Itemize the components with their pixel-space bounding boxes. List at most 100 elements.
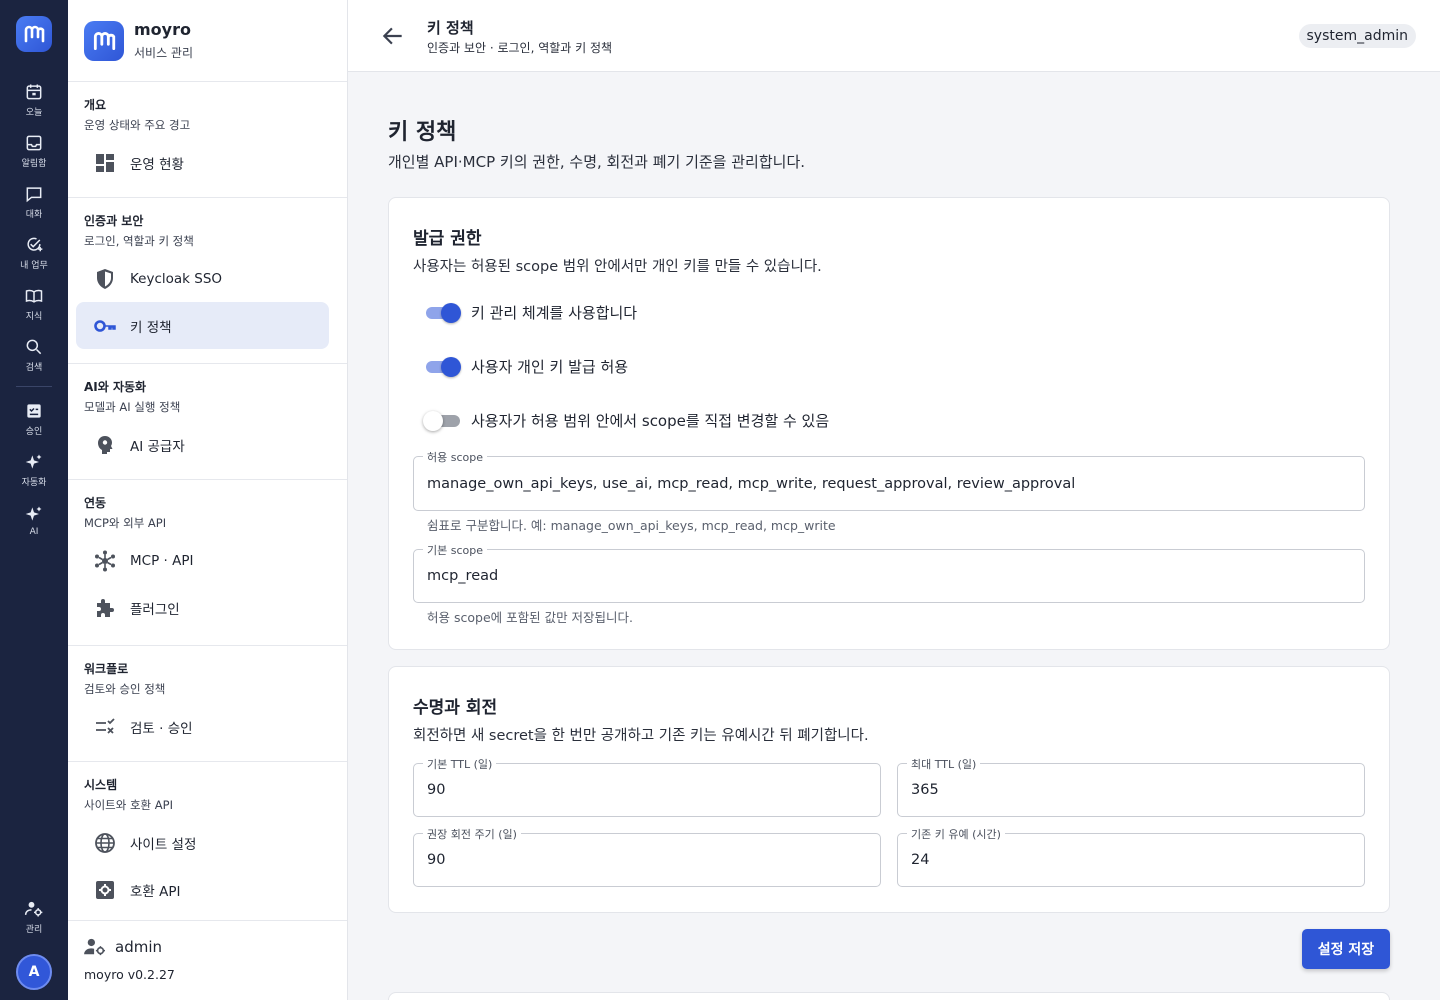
grace-period-field[interactable]: 기존 키 유예 (시간) <box>897 826 1365 887</box>
sidebar-item-review-approval[interactable]: 검토 · 승인 <box>76 703 329 750</box>
sparkle-icon <box>25 506 42 521</box>
toggle-allow-personal-key[interactable]: 사용자 개인 키 발급 허용 <box>425 356 628 377</box>
sidebar-section-integrations: 연동 MCP와 외부 API MCP · API 플러그인 <box>68 480 347 646</box>
rotation-period-field[interactable]: 권장 회전 주기 (일) <box>413 826 881 887</box>
back-arrow-icon[interactable] <box>380 23 406 49</box>
rail-item-my-tasks[interactable]: 내 업무 <box>4 227 64 278</box>
toggle-label: 사용자가 허용 범위 안에서 scope를 직접 변경할 수 있음 <box>471 412 830 430</box>
sidebar-item-operations[interactable]: 운영 현황 <box>76 139 329 186</box>
section-title: 워크플로 <box>84 662 129 676</box>
card-title: 수명과 회전 <box>413 698 498 718</box>
sidebar-item-label: 키 정책 <box>130 319 172 336</box>
save-settings-button[interactable]: 설정 저장 <box>1302 929 1390 969</box>
section-subtitle: 사이트와 호환 API <box>84 798 173 812</box>
allowed-scope-field[interactable]: 허용 scope <box>413 449 1365 511</box>
checklist-icon <box>96 717 115 734</box>
rail-item-admin[interactable]: 관리 <box>4 891 64 942</box>
book-icon <box>25 289 43 303</box>
puzzle-icon <box>97 598 114 617</box>
rail-divider <box>16 386 52 387</box>
rail-item-ai[interactable]: AI <box>4 495 64 546</box>
rail-item-label: 대화 <box>25 209 43 220</box>
section-subtitle: 검토와 승인 정책 <box>84 682 166 696</box>
header-title: 키 정책 <box>427 19 474 37</box>
default-scope-input[interactable] <box>427 550 1351 602</box>
page-title: 키 정책 <box>388 120 457 145</box>
footer-user[interactable]: admin <box>84 937 331 957</box>
default-scope-helper: 허용 scope에 포함된 값만 저장됩니다. <box>427 610 634 625</box>
lifetime-rotation-card: 수명과 회전 회전하면 새 secret을 한 번만 공개하고 기존 키는 유예… <box>388 666 1390 913</box>
sidebar-section-overview: 개요 운영 상태와 주요 경고 운영 현황 <box>68 82 347 198</box>
rail-item-knowledge[interactable]: 지식 <box>4 278 64 329</box>
section-subtitle: MCP와 외부 API <box>84 516 167 530</box>
rail-item-approval[interactable]: 승인 <box>4 393 64 444</box>
sidebar-item-label: 플러그인 <box>130 601 180 618</box>
allowed-scope-input[interactable] <box>427 457 1351 510</box>
sidebar-item-mcp-api[interactable]: MCP · API <box>76 537 329 584</box>
section-title: 개요 <box>84 98 107 112</box>
app-rail: 오늘 알림함 대화 내 업무 지식 검색 승인 자동화 AI 관리 A <box>0 0 68 1000</box>
top-header: 키 정책 인증과 보안 · 로그인, 역할과 키 정책 system_admin <box>348 0 1440 72</box>
rail-item-label: 자동화 <box>21 477 47 488</box>
rail-item-chat[interactable]: 대화 <box>4 176 64 227</box>
settings-box-icon <box>96 880 114 899</box>
approval-icon <box>27 403 41 418</box>
brand-logo-icon <box>84 20 124 61</box>
section-title: 시스템 <box>84 778 118 792</box>
rail-item-search[interactable]: 검색 <box>4 329 64 380</box>
default-ttl-input[interactable] <box>427 764 867 816</box>
section-title: 인증과 보안 <box>84 214 144 228</box>
toggle-switch[interactable] <box>425 356 461 377</box>
admin-gear-icon <box>24 901 43 916</box>
sidebar-item-plugins[interactable]: 플러그인 <box>76 584 329 631</box>
calendar-icon <box>26 84 42 99</box>
toggle-switch[interactable] <box>425 302 461 323</box>
card-title: 발급 권한 <box>413 229 482 249</box>
search-icon <box>26 339 42 354</box>
toggle-switch[interactable] <box>423 410 461 431</box>
rail-item-label: 지식 <box>25 311 43 322</box>
rail-item-inbox[interactable]: 알림함 <box>4 125 64 176</box>
sidebar-item-keycloak-sso[interactable]: Keycloak SSO <box>76 255 329 302</box>
rail-item-today[interactable]: 오늘 <box>4 74 64 125</box>
sidebar-brand: moyro 서비스 관리 <box>68 0 347 82</box>
section-subtitle: 모델과 AI 실행 정책 <box>84 400 181 414</box>
default-ttl-field[interactable]: 기본 TTL (일) <box>413 756 881 817</box>
toggle-enable-key-management[interactable]: 키 관리 체계를 사용합니다 <box>425 302 637 323</box>
sidebar-item-compat-api[interactable]: 호환 API <box>76 866 329 913</box>
sidebar-item-ai-provider[interactable]: AI 공급자 <box>76 421 329 468</box>
role-badge: system_admin <box>1298 24 1416 48</box>
card-description: 사용자는 허용된 scope 범위 안에서만 개인 키를 만들 수 있습니다. <box>413 259 822 275</box>
issue-permission-card: 발급 권한 사용자는 허용된 scope 범위 안에서만 개인 키를 만들 수 … <box>388 197 1390 650</box>
chat-icon <box>26 186 42 202</box>
sidebar-item-site-settings[interactable]: 사이트 설정 <box>76 819 329 866</box>
breadcrumb: 인증과 보안 · 로그인, 역할과 키 정책 <box>427 41 613 55</box>
task-check-icon <box>27 237 43 251</box>
avatar[interactable]: A <box>16 954 52 990</box>
sidebar-item-label: AI 공급자 <box>130 438 185 455</box>
sidebar-item-label: 사이트 설정 <box>130 836 197 853</box>
rail-item-label: AI <box>29 527 39 537</box>
inbox-icon <box>26 135 42 150</box>
rail-item-automation[interactable]: 자동화 <box>4 444 64 495</box>
admin-user-icon <box>84 938 105 956</box>
rotation-period-input[interactable] <box>427 834 867 886</box>
rail-item-label: 검색 <box>25 362 43 373</box>
app-logo-icon[interactable] <box>16 16 52 52</box>
max-ttl-field[interactable]: 최대 TTL (일) <box>897 756 1365 817</box>
max-ttl-input[interactable] <box>911 764 1351 816</box>
default-scope-field[interactable]: 기본 scope <box>413 542 1365 603</box>
grace-period-input[interactable] <box>911 834 1351 886</box>
brand-subtitle: 서비스 관리 <box>134 46 194 60</box>
allowed-scope-helper: 쉼표로 구분합니다. 예: manage_own_api_keys, mcp_r… <box>427 518 836 533</box>
sidebar-section-system: 시스템 사이트와 호환 API 사이트 설정 호환 API <box>68 762 347 928</box>
app-version: moyro v0.2.27 <box>84 967 175 982</box>
sidebar-item-label: 호환 API <box>130 883 181 900</box>
hub-icon <box>95 550 115 571</box>
card-description: 회전하면 새 secret을 한 번만 공개하고 기존 키는 유예시간 뒤 폐기… <box>413 728 869 744</box>
toggle-user-scope-edit[interactable]: 사용자가 허용 범위 안에서 scope를 직접 변경할 수 있음 <box>423 410 830 431</box>
main-content: 키 정책 개인별 API·MCP 키의 권한, 수명, 회전과 폐기 기준을 관… <box>348 72 1440 1000</box>
sidebar-item-label: MCP · API <box>130 552 194 569</box>
section-title: 연동 <box>84 496 107 510</box>
sidebar-item-key-policy[interactable]: 키 정책 <box>76 302 329 349</box>
